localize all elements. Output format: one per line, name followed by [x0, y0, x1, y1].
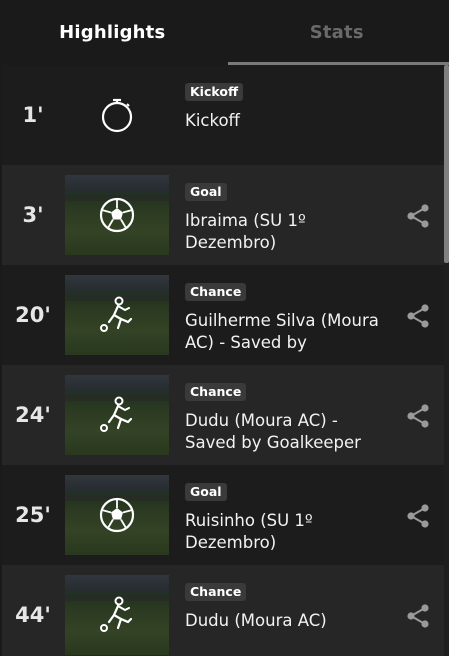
event-minute: 1': [22, 103, 44, 127]
share-icon[interactable]: [404, 602, 432, 630]
video-thumbnail[interactable]: [65, 375, 169, 455]
kicking-player-icon: [100, 596, 133, 632]
video-thumbnail[interactable]: [65, 575, 169, 655]
video-thumbnail[interactable]: [65, 275, 169, 355]
share-icon[interactable]: [404, 202, 432, 230]
tab-bar: Highlights Stats: [0, 0, 449, 64]
event-title: Ibraima (SU 1º Dezembro): [185, 211, 306, 252]
video-thumbnail[interactable]: [65, 475, 169, 555]
event-type-badge: Chance: [185, 583, 247, 601]
event-minute: 24': [15, 403, 51, 427]
scrollbar-thumb[interactable]: [444, 65, 449, 263]
event-type-badge: Goal: [185, 183, 227, 201]
share-icon[interactable]: [404, 402, 432, 430]
stopwatch-icon: [101, 98, 133, 133]
highlights-list[interactable]: 1' Kickoff Kickoff 3' Goal Ibraima (SU 1…: [2, 65, 444, 656]
tab-stats[interactable]: Stats: [225, 0, 449, 64]
soccer-ball-icon: [99, 497, 135, 533]
list-item[interactable]: 24' Chance Dudu (Moura AC) - Saved by Go…: [2, 365, 444, 465]
match-highlights-panel: Highlights Stats 1' Kickoff Kickoff 3' G…: [0, 0, 449, 656]
event-minute: 3': [22, 203, 44, 227]
share-icon[interactable]: [404, 302, 432, 330]
event-title: Dudu (Moura AC): [185, 611, 327, 630]
event-minute: 25': [15, 503, 51, 527]
event-type-badge: Chance: [185, 383, 247, 401]
event-type-badge: Chance: [185, 283, 247, 301]
event-thumbnail: [65, 75, 169, 155]
event-minute: 20': [15, 303, 51, 327]
event-minute: 44': [15, 603, 51, 627]
list-item[interactable]: 20' Chance Guilherme Silva (Moura AC) - …: [2, 265, 444, 365]
event-title: Kickoff: [185, 111, 240, 130]
kicking-player-icon: [100, 296, 133, 332]
list-item[interactable]: 3' Goal Ibraima (SU 1º Dezembro): [2, 165, 444, 265]
kicking-player-icon: [100, 396, 133, 432]
list-item[interactable]: 1' Kickoff Kickoff: [2, 65, 444, 165]
event-type-badge: Goal: [185, 483, 227, 501]
event-title: Guilherme Silva (Moura AC) - Saved by: [185, 311, 379, 352]
list-item[interactable]: 25' Goal Ruisinho (SU 1º Dezembro): [2, 465, 444, 565]
soccer-ball-icon: [99, 197, 135, 233]
list-item[interactable]: 44' Chance Dudu (Moura AC): [2, 565, 444, 656]
video-thumbnail[interactable]: [65, 175, 169, 255]
event-title: Dudu (Moura AC) - Saved by Goalkeeper: [185, 411, 361, 452]
tab-highlights[interactable]: Highlights: [0, 0, 225, 64]
share-icon[interactable]: [404, 502, 432, 530]
event-title: Ruisinho (SU 1º Dezembro): [185, 511, 313, 552]
event-type-badge: Kickoff: [185, 83, 244, 101]
